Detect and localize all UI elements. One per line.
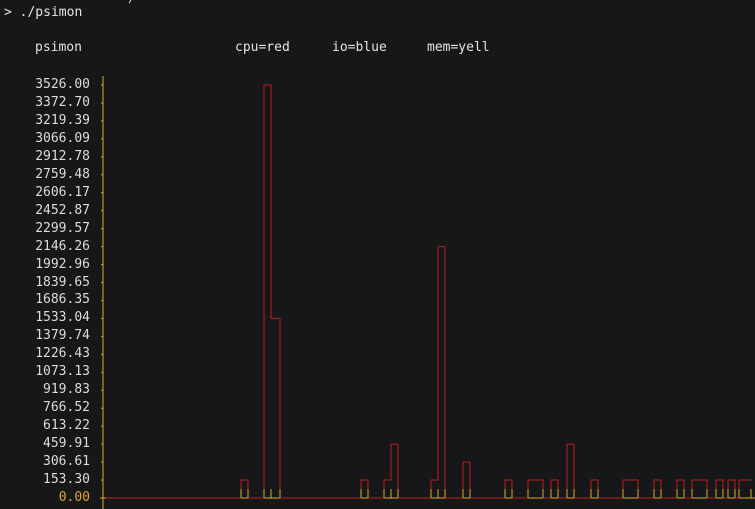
series-cpu-line: [106, 84, 751, 499]
terminal-window: ▸ ~ ▸ ⌥ ╱ > ./psimon psimon cpu=red io=b…: [0, 0, 755, 509]
psimon-chart: [100, 76, 755, 509]
